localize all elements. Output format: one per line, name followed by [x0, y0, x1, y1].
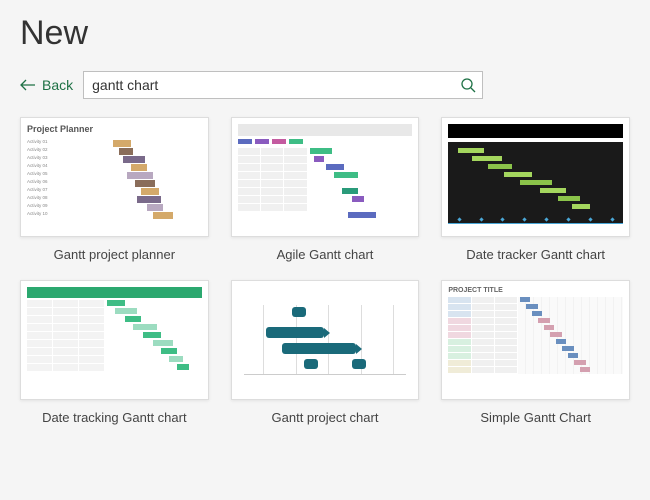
- nav-row: Back: [20, 71, 630, 99]
- template-label: Simple Gantt Chart: [441, 410, 630, 425]
- template-thumbnail: [20, 280, 209, 400]
- template-card[interactable]: Project Planner Activity 01 Activity 02 …: [20, 117, 209, 262]
- back-arrow-icon: [20, 79, 36, 91]
- template-card[interactable]: Gantt project chart: [231, 280, 420, 425]
- template-label: Gantt project planner: [20, 247, 209, 262]
- back-button[interactable]: Back: [20, 77, 73, 93]
- template-label: Agile Gantt chart: [231, 247, 420, 262]
- template-thumbnail: [231, 117, 420, 237]
- page-title: New: [20, 14, 630, 53]
- template-label: Gantt project chart: [231, 410, 420, 425]
- template-grid: Project Planner Activity 01 Activity 02 …: [20, 117, 630, 425]
- search-box[interactable]: [83, 71, 483, 99]
- template-label: Date tracker Gantt chart: [441, 247, 630, 262]
- search-icon[interactable]: [460, 77, 476, 93]
- thumb-title: PROJECT TITLE: [448, 287, 623, 294]
- template-card[interactable]: PROJECT TITLE: [441, 280, 630, 425]
- template-thumbnail: [441, 117, 630, 237]
- thumb-title: Project Planner: [27, 124, 202, 134]
- template-card[interactable]: Agile Gantt chart: [231, 117, 420, 262]
- back-label: Back: [42, 77, 73, 93]
- template-card[interactable]: Date tracker Gantt chart: [441, 117, 630, 262]
- template-thumbnail: Project Planner Activity 01 Activity 02 …: [20, 117, 209, 237]
- template-thumbnail: [231, 280, 420, 400]
- template-label: Date tracking Gantt chart: [20, 410, 209, 425]
- search-input[interactable]: [92, 77, 460, 93]
- template-card[interactable]: Date tracking Gantt chart: [20, 280, 209, 425]
- template-thumbnail: PROJECT TITLE: [441, 280, 630, 400]
